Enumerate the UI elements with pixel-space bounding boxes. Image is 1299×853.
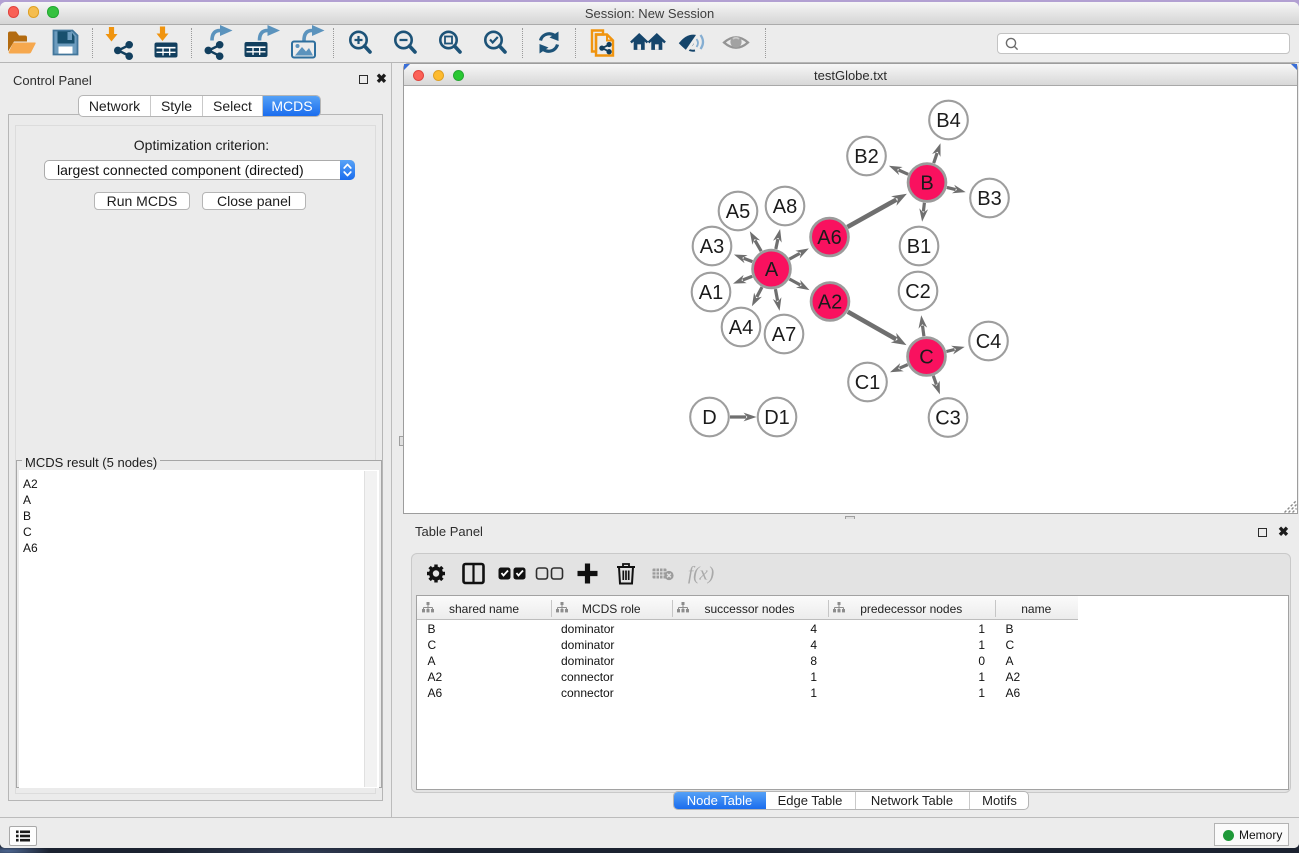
svg-text:C: C: [919, 347, 933, 369]
svg-text:A8: A8: [773, 196, 797, 218]
svg-text:A: A: [765, 259, 779, 281]
svg-text:B1: B1: [907, 236, 931, 258]
svg-text:A2: A2: [818, 292, 842, 314]
svg-text:C2: C2: [905, 281, 931, 303]
svg-text:B4: B4: [936, 110, 960, 132]
svg-text:f(x): f(x): [688, 564, 714, 585]
svg-text:B2: B2: [854, 146, 878, 168]
svg-text:D: D: [702, 407, 716, 429]
svg-text:C4: C4: [976, 331, 1002, 353]
svg-text:A4: A4: [729, 317, 753, 339]
svg-text:A1: A1: [699, 282, 723, 304]
svg-text:D1: D1: [764, 407, 790, 429]
svg-text:A7: A7: [772, 324, 796, 346]
svg-text:C3: C3: [935, 408, 961, 430]
svg-text:A5: A5: [726, 201, 750, 223]
svg-text:C1: C1: [855, 372, 881, 394]
svg-text:B3: B3: [977, 188, 1001, 210]
svg-text:A6: A6: [817, 227, 841, 249]
svg-text:A3: A3: [700, 236, 724, 258]
svg-text:B: B: [920, 173, 933, 195]
